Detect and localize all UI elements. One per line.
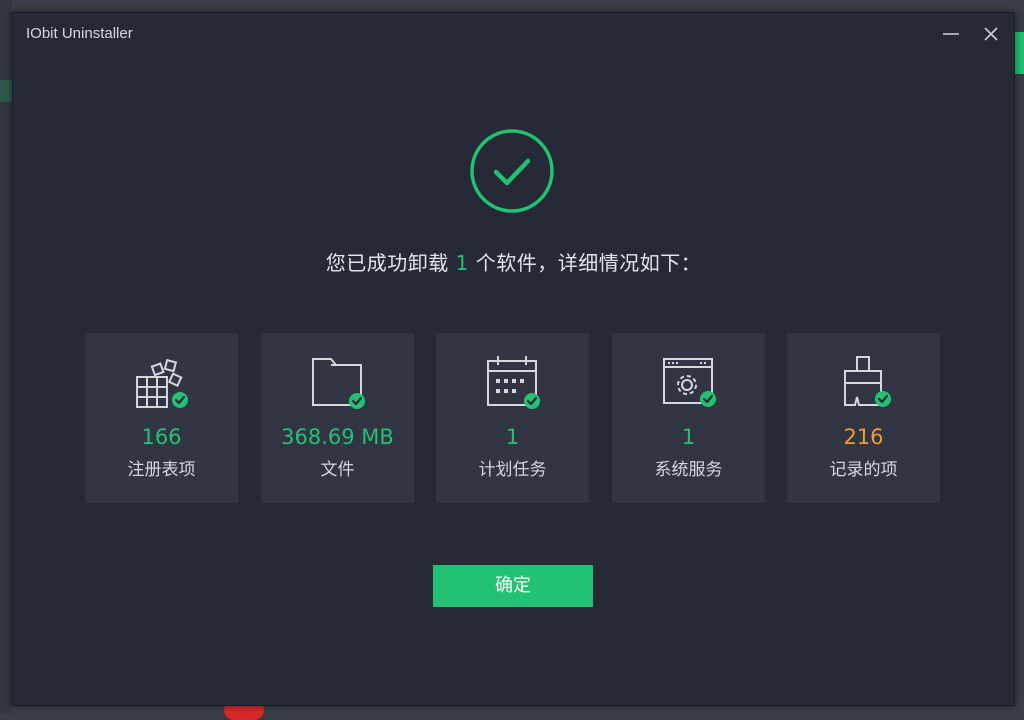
card-scheduled-tasks: 1 计划任务 xyxy=(436,333,589,503)
card-value: 1 xyxy=(681,425,696,449)
ok-button[interactable]: 确定 xyxy=(433,565,593,607)
card-registry: 166 注册表项 xyxy=(85,333,238,503)
window-title: IObit Uninstaller xyxy=(26,25,133,42)
card-recorded-items: 216 记录的项 xyxy=(787,333,940,503)
card-label: 系统服务 xyxy=(654,460,723,480)
headline-suffix: 个软件，详细情况如下： xyxy=(475,251,702,275)
card-value: 1 xyxy=(505,425,520,449)
broom-icon xyxy=(844,356,891,407)
card-system-services: 1 系统服务 xyxy=(612,333,765,503)
card-value: 216 xyxy=(843,425,884,449)
close-button[interactable] xyxy=(976,21,1006,47)
calendar-icon xyxy=(487,356,540,409)
service-gear-window-icon xyxy=(663,358,716,407)
card-label: 文件 xyxy=(320,460,355,480)
close-icon xyxy=(984,27,998,41)
background-sidebar-active xyxy=(0,80,12,102)
folder-icon xyxy=(312,358,365,409)
headline-prefix: 您已成功卸载 xyxy=(325,251,449,275)
minimize-icon xyxy=(943,33,959,35)
background-sidebar xyxy=(0,0,12,713)
title-bar: IObit Uninstaller xyxy=(13,13,1014,55)
card-label: 注册表项 xyxy=(127,460,196,480)
card-label: 记录的项 xyxy=(829,460,898,480)
card-files: 368.69 MB 文件 xyxy=(261,333,414,503)
uninstall-result-dialog: IObit Uninstaller 您已成功卸载 1 个软件，详细情况如下： 1… xyxy=(12,12,1015,706)
card-value: 368.69 MB xyxy=(281,425,394,449)
result-headline: 您已成功卸载 1 个软件，详细情况如下： xyxy=(13,247,1014,276)
success-check-icon xyxy=(470,129,554,213)
uninstalled-count: 1 xyxy=(455,251,469,275)
card-label: 计划任务 xyxy=(478,460,547,480)
result-cards: 166 注册表项 368.69 MB 文件 1 计划任务 1 系统服务 216 … xyxy=(85,333,941,503)
minimize-button[interactable] xyxy=(936,21,966,47)
card-value: 166 xyxy=(141,425,182,449)
registry-blocks-icon xyxy=(136,358,188,408)
